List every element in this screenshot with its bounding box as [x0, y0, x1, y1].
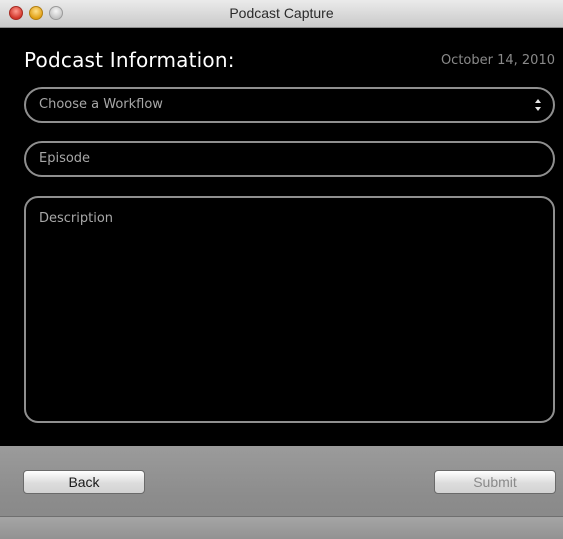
episode-placeholder: Episode — [39, 151, 91, 166]
title-bar[interactable]: Podcast Capture — [0, 0, 563, 28]
description-field[interactable]: Description — [24, 196, 555, 423]
stepper-arrows-icon — [534, 97, 542, 113]
page-title: Podcast Information: — [24, 48, 235, 72]
main-content: Podcast Information: October 14, 2010 Ch… — [0, 28, 563, 446]
submit-button[interactable]: Submit — [434, 470, 556, 494]
back-button[interactable]: Back — [23, 470, 145, 494]
episode-field[interactable]: Episode — [24, 141, 555, 177]
footer-bottom-strip — [0, 517, 563, 539]
description-placeholder: Description — [39, 211, 114, 226]
date-label: October 14, 2010 — [440, 53, 555, 68]
footer-bar: Back Submit — [0, 446, 563, 539]
window-title: Podcast Capture — [229, 5, 334, 21]
workflow-select-value: Choose a Workflow — [39, 97, 163, 112]
app-window: Podcast Capture Podcast Information: Oct… — [0, 0, 563, 539]
workflow-select[interactable]: Choose a Workflow — [24, 87, 555, 123]
